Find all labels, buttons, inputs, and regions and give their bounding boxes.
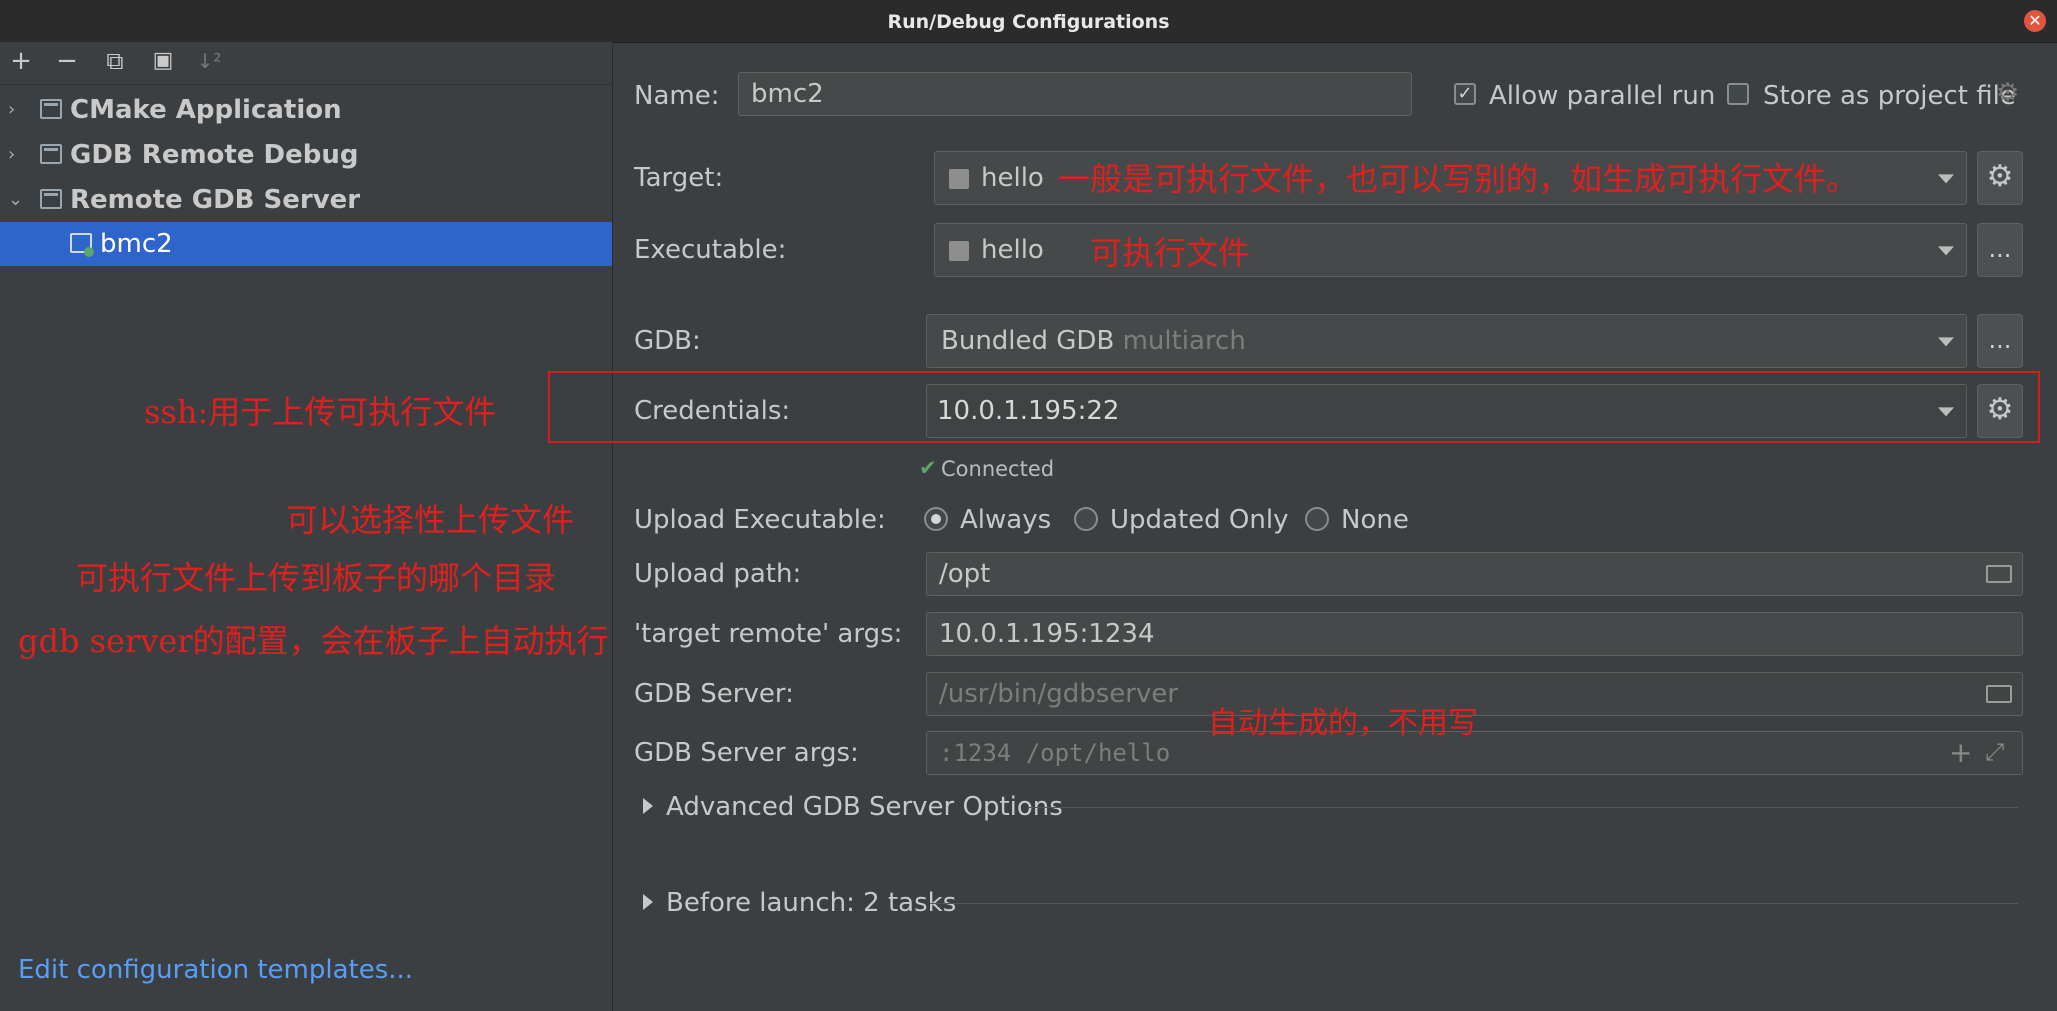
chevron-down-icon[interactable] — [1938, 174, 1954, 184]
remote-gdb-server-icon — [40, 189, 62, 209]
gdb-server-args-value: :1234 /opt/hello — [939, 739, 1171, 767]
annotation-ssh: ssh:用于上传可执行文件 — [144, 393, 497, 431]
gdb-value-hint: multiarch — [1122, 326, 1246, 356]
executable-icon — [949, 241, 969, 261]
chevron-down-icon[interactable] — [1938, 407, 1954, 417]
name-input-value: bmc2 — [751, 79, 824, 109]
tree-item-label: CMake Application — [70, 95, 342, 125]
status-dot-icon — [84, 247, 94, 257]
gdb-server-value: /usr/bin/gdbserver — [939, 679, 1179, 709]
chevron-down-icon[interactable] — [1938, 337, 1954, 347]
credentials-combo-value: 10.0.1.195:22 — [937, 396, 1120, 426]
tree-item-label: bmc2 — [100, 229, 173, 259]
tree-item-label: GDB Remote Debug — [70, 140, 359, 170]
section-divider — [1028, 807, 2018, 808]
chevron-right-icon[interactable]: › — [8, 88, 28, 132]
executable-combo-value: hello — [981, 235, 1044, 265]
close-icon[interactable]: ✕ — [2024, 10, 2046, 32]
tree-item-remote-gdb-server[interactable]: ⌄ Remote GDB Server — [0, 178, 612, 222]
credentials-label: Credentials: — [634, 396, 791, 426]
connected-status: Connected — [941, 457, 1055, 481]
toolbar-divider — [0, 84, 612, 85]
store-project-checkbox[interactable] — [1727, 83, 1749, 105]
name-input[interactable]: bmc2 — [738, 72, 1412, 116]
upload-executable-label: Upload Executable: — [634, 505, 886, 535]
gdb-combo-value: Bundled GDB multiarch — [941, 315, 1246, 367]
cmake-config-icon — [40, 99, 62, 119]
gdb-server-args-label: GDB Server args: — [634, 738, 859, 768]
tree-item-gdb-remote-debug[interactable]: › GDB Remote Debug — [0, 133, 612, 177]
before-launch-toggle[interactable]: Before launch: 2 tasks — [666, 883, 956, 923]
executable-label: Executable: — [634, 235, 787, 265]
annotation-auto-generated: 自动生成的，不用写 — [1208, 706, 1478, 741]
annotation-gdb-server: gdb server的配置，会在板子上自动执行 — [18, 622, 609, 660]
upload-always-radio[interactable] — [924, 507, 948, 531]
chevron-right-icon[interactable]: › — [8, 133, 28, 177]
target-label: Target: — [634, 163, 724, 193]
target-remote-args-label: 'target remote' args: — [634, 619, 903, 649]
copy-icon[interactable]: ⧉ — [100, 46, 130, 76]
advanced-gdb-server-options-toggle[interactable]: Advanced GDB Server Options — [666, 787, 1063, 827]
chevron-down-icon[interactable] — [1938, 246, 1954, 256]
credentials-combo[interactable]: 10.0.1.195:22 — [926, 384, 1967, 438]
sort-icon: ↓² — [196, 49, 222, 73]
executable-icon — [949, 169, 969, 189]
upload-path-input[interactable]: /opt — [926, 552, 2023, 596]
chevron-down-icon[interactable]: ⌄ — [8, 178, 28, 222]
allow-parallel-checkbox[interactable]: ✓ — [1454, 83, 1476, 105]
expand-triangle-icon[interactable] — [643, 798, 653, 814]
gdb-browse-button[interactable]: ... — [1977, 314, 2023, 368]
tree-item-cmake-application[interactable]: › CMake Application — [0, 88, 612, 132]
add-icon[interactable]: + — [6, 46, 36, 76]
annotation-upload: 可以选择性上传文件 — [286, 501, 575, 539]
window-title: Run/Debug Configurations — [887, 11, 1170, 33]
credentials-settings-gear-icon[interactable]: ⚙ — [1977, 384, 2023, 438]
gear-icon: ⚙ — [1996, 78, 2020, 108]
plus-icon[interactable]: + — [1949, 736, 1972, 769]
annotation-executable: 可执行文件 — [1090, 234, 1251, 272]
folder-icon[interactable] — [1986, 685, 2012, 703]
remove-icon[interactable]: − — [52, 46, 82, 76]
expand-icon[interactable]: ⤢ — [1985, 738, 2004, 766]
expand-triangle-icon[interactable] — [643, 894, 653, 910]
new-folder-icon[interactable]: ▣ — [148, 46, 178, 76]
target-remote-args-value: 10.0.1.195:1234 — [939, 619, 1155, 649]
upload-always-label: Always — [960, 505, 1052, 535]
folder-icon[interactable] — [1986, 565, 2012, 583]
name-label: Name: — [634, 81, 720, 111]
upload-none-label: None — [1341, 505, 1409, 535]
gdb-combo[interactable]: Bundled GDB multiarch — [926, 314, 1967, 368]
upload-path-label: Upload path: — [634, 559, 802, 589]
upload-updated-only-radio[interactable] — [1074, 507, 1098, 531]
checkmark-icon: ✔ — [919, 456, 937, 480]
upload-updated-only-label: Updated Only — [1110, 505, 1289, 535]
annotation-target: 一般是可执行文件，也可以写别的，如生成可执行文件。 — [1058, 160, 1859, 198]
store-project-label: Store as project file — [1763, 81, 2016, 111]
tree-item-label: Remote GDB Server — [70, 185, 361, 215]
gdb-value: Bundled GDB — [941, 326, 1115, 356]
allow-parallel-label: Allow parallel run — [1489, 81, 1716, 111]
executable-combo[interactable]: hello — [934, 223, 1967, 277]
target-settings-gear-icon[interactable]: ⚙ — [1977, 151, 2023, 205]
edit-configuration-templates-link[interactable]: Edit configuration templates... — [18, 955, 413, 985]
annotation-upload-path: 可执行文件上传到板子的哪个目录 — [76, 559, 557, 597]
target-remote-args-input[interactable]: 10.0.1.195:1234 — [926, 612, 2023, 656]
section-divider — [930, 903, 2018, 904]
target-combo-value: hello — [981, 163, 1044, 193]
gdb-server-label: GDB Server: — [634, 679, 794, 709]
gdb-label: GDB: — [634, 326, 701, 356]
upload-none-radio[interactable] — [1305, 507, 1329, 531]
executable-browse-button[interactable]: ... — [1977, 223, 2023, 277]
tree-item-bmc2[interactable]: bmc2 — [0, 222, 612, 266]
gdb-remote-config-icon — [40, 144, 62, 164]
upload-path-value: /opt — [939, 559, 991, 589]
